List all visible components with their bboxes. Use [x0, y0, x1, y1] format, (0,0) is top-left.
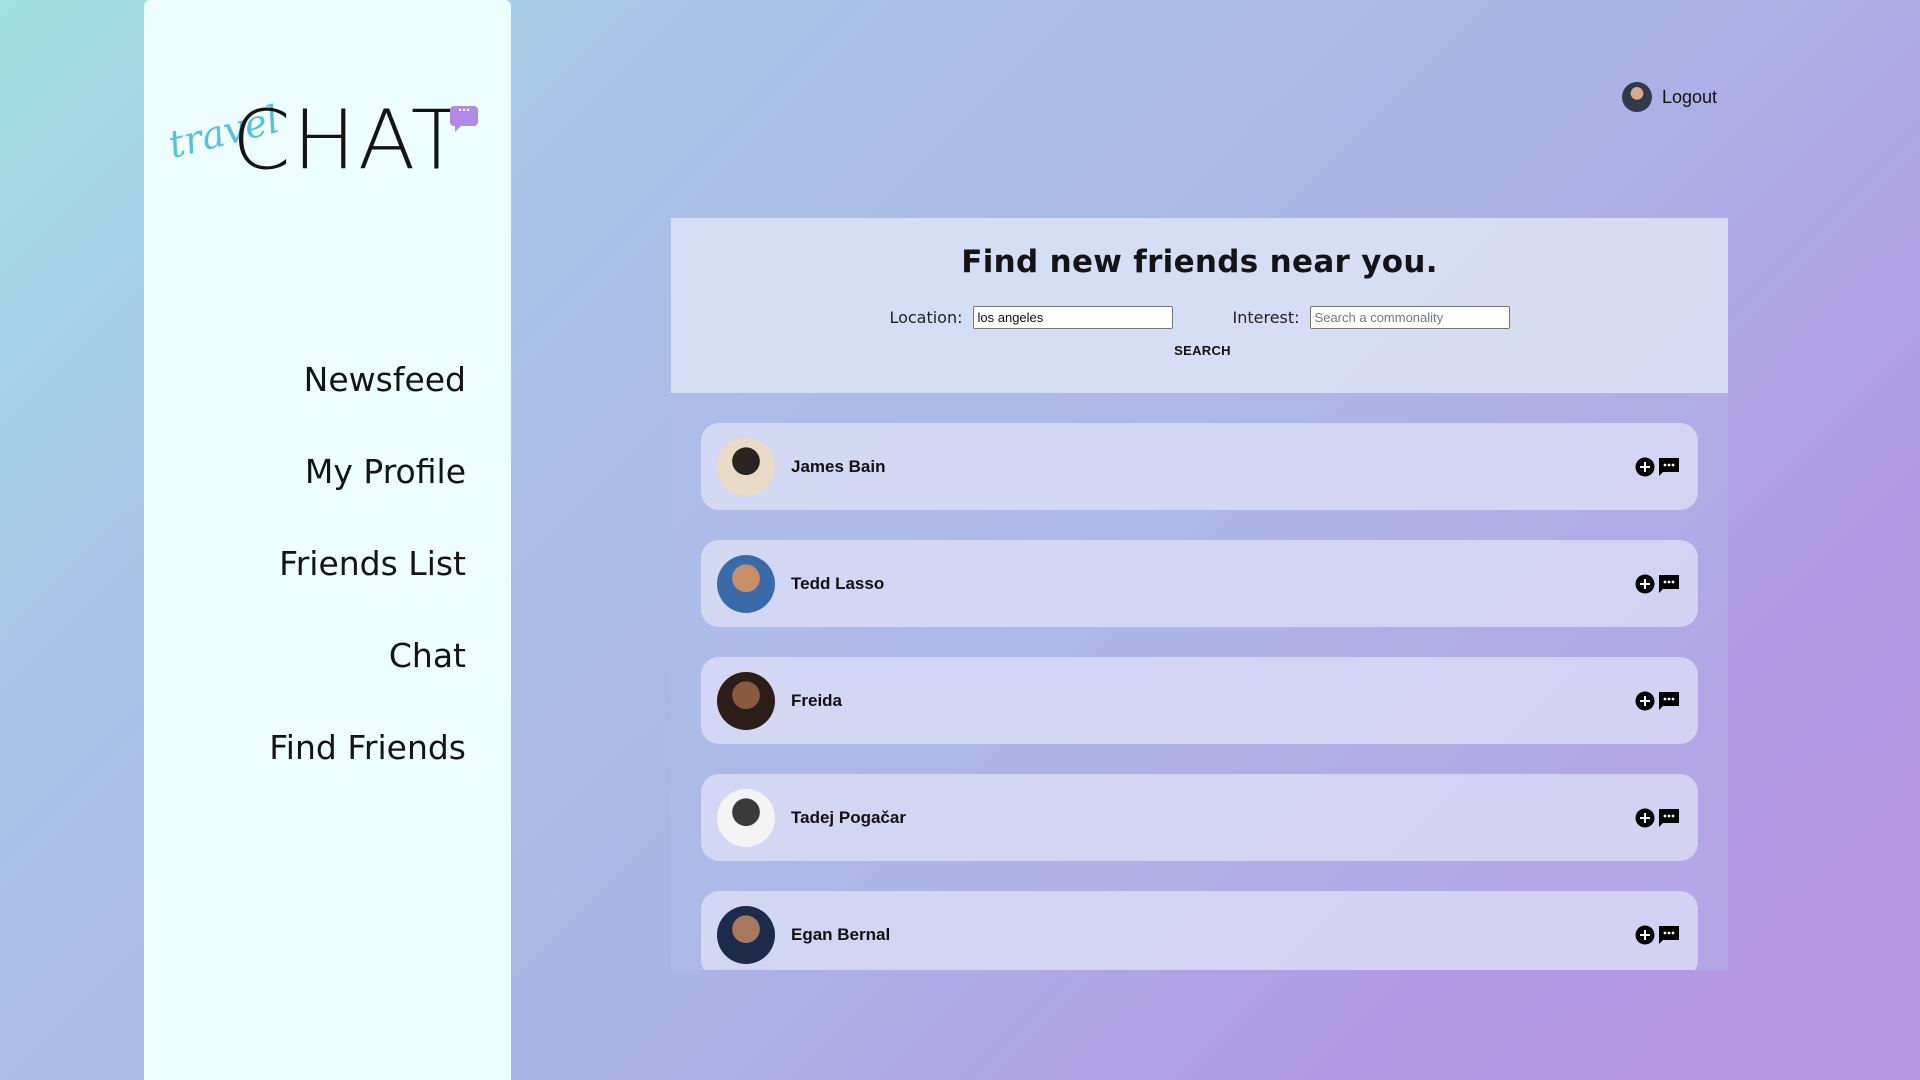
find-friends-panel: Find new friends near you. Location: Int…: [671, 218, 1728, 970]
friend-actions: [1634, 807, 1680, 829]
list-item[interactable]: James Bain: [701, 423, 1698, 510]
plus-circle-icon: [1635, 457, 1655, 476]
interest-input[interactable]: [1309, 306, 1510, 329]
search-header: Find new friends near you. Location: Int…: [671, 218, 1728, 393]
chat-bubble-icon: [1659, 691, 1679, 710]
plus-circle-icon: [1635, 925, 1655, 944]
search-form: Location: Interest:: [671, 306, 1728, 329]
plus-circle-icon: [1635, 691, 1655, 710]
app-logo[interactable]: travel CHAT ···: [164, 91, 484, 189]
list-item[interactable]: Tadej Pogačar: [701, 774, 1698, 861]
chat-bubble-icon: [1659, 457, 1679, 476]
friend-name: Tadej Pogačar: [791, 807, 906, 827]
chat-bubble-icon: [1659, 925, 1679, 944]
chat-bubble-icon: [1659, 574, 1679, 593]
friend-actions: [1634, 690, 1680, 712]
list-item[interactable]: Freida: [701, 657, 1698, 744]
avatar: [717, 905, 775, 964]
chat-bubble-logo-icon: ···: [450, 102, 478, 132]
location-input[interactable]: [972, 306, 1173, 329]
avatar: [1622, 82, 1652, 112]
list-item[interactable]: Tedd Lasso: [701, 540, 1698, 627]
friend-name: James Bain: [791, 456, 886, 476]
add-friend-button[interactable]: [1634, 573, 1656, 595]
list-item[interactable]: Egan Bernal: [701, 891, 1698, 970]
location-label: Location:: [889, 308, 963, 327]
search-button[interactable]: SEARCH: [1174, 343, 1231, 358]
add-friend-button[interactable]: [1634, 456, 1656, 478]
sidebar-item-newsfeed[interactable]: Newsfeed: [269, 360, 466, 400]
sidebar-item-my-profile[interactable]: My Profile: [269, 452, 466, 492]
sidebar-item-chat[interactable]: Chat: [269, 636, 466, 676]
friend-actions: [1634, 573, 1680, 595]
logout-label: Logout: [1662, 86, 1718, 107]
avatar: [717, 554, 775, 613]
message-button[interactable]: [1658, 456, 1680, 478]
avatar: [717, 671, 775, 730]
sidebar-item-friends-list[interactable]: Friends List: [269, 544, 466, 584]
sidebar: travel CHAT ··· Newsfeed My Profile Frie…: [144, 0, 511, 1080]
page-title: Find new friends near you.: [961, 244, 1438, 280]
friend-actions: [1634, 924, 1680, 946]
message-button[interactable]: [1658, 807, 1680, 829]
friend-name: Tedd Lasso: [791, 573, 885, 593]
chat-bubble-icon: [1659, 808, 1679, 827]
plus-circle-icon: [1635, 808, 1655, 827]
friend-name: Egan Bernal: [791, 924, 891, 944]
friend-name: Freida: [791, 690, 843, 710]
friend-actions: [1634, 456, 1680, 478]
message-button[interactable]: [1658, 573, 1680, 595]
avatar: [717, 788, 775, 847]
sidebar-item-find-friends[interactable]: Find Friends: [269, 728, 466, 768]
avatar: [717, 437, 775, 496]
message-button[interactable]: [1658, 690, 1680, 712]
interest-label: Interest:: [1232, 308, 1300, 327]
plus-circle-icon: [1635, 574, 1655, 593]
add-friend-button[interactable]: [1634, 807, 1656, 829]
logout-button[interactable]: Logout: [1622, 82, 1717, 112]
logo-word: CHAT: [232, 91, 465, 189]
sidebar-nav: Newsfeed My Profile Friends List Chat Fi…: [269, 360, 466, 820]
add-friend-button[interactable]: [1634, 690, 1656, 712]
add-friend-button[interactable]: [1634, 924, 1656, 946]
message-button[interactable]: [1658, 924, 1680, 946]
results-list: James Bain Tedd Lasso Freida Tadej Pogačar E…: [671, 393, 1728, 970]
